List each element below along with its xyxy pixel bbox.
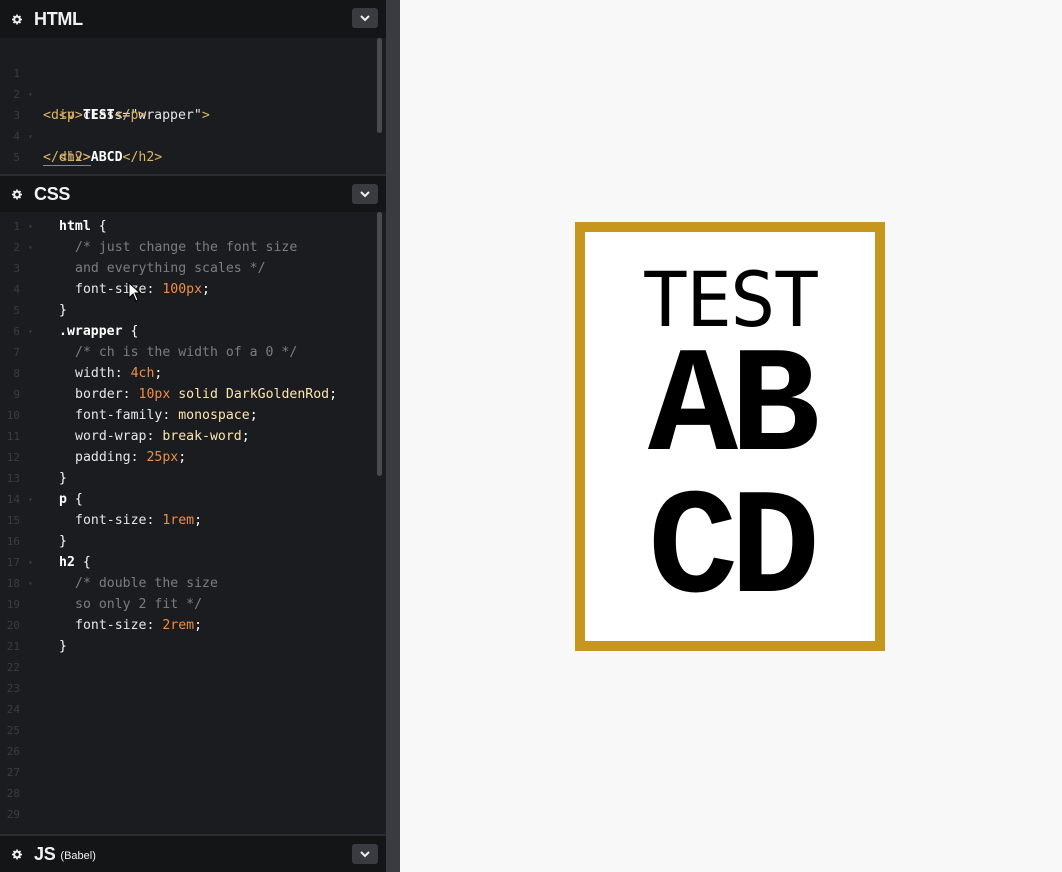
code-line: 19 so only 2 fit */ (6, 597, 203, 612)
code-line: 25 (6, 724, 20, 737)
css-scrollbar[interactable] (377, 212, 382, 476)
gear-icon[interactable] (12, 14, 22, 24)
css-panel-title: CSS (34, 183, 71, 204)
code-line: 18 ▾/* double the size (0, 573, 386, 594)
gear-icon[interactable] (12, 189, 22, 199)
chevron-down-icon (360, 190, 370, 197)
js-panel: JS (Babel) (0, 834, 386, 872)
fold-arrow-icon[interactable]: ▾ (28, 216, 33, 237)
code-line: 17 ▾ h2 { (0, 552, 386, 573)
code-line: 4 </div> (13, 130, 91, 166)
js-collapse-button[interactable] (352, 844, 378, 864)
js-panel-subtitle: (Babel) (60, 850, 96, 862)
code-line: 22 (6, 661, 20, 674)
code-line: 29 (6, 808, 20, 821)
code-line: 23 (6, 682, 20, 695)
html-panel-header: HTML (0, 0, 386, 38)
code-line: 10 font-family: monospace; (6, 408, 258, 423)
fold-arrow-icon[interactable]: ▾ (28, 237, 33, 258)
code-line: 20 font-size: 2rem; (6, 618, 203, 633)
fold-arrow-icon[interactable]: ▾ (28, 552, 33, 573)
code-line: 16} (6, 534, 67, 549)
resize-divider[interactable] (386, 0, 400, 872)
css-panel-header: CSS (0, 174, 386, 212)
code-line: 8 width: 4ch; (13, 366, 163, 381)
chevron-down-icon (360, 14, 370, 21)
code-line: 5} (13, 303, 67, 318)
code-line: 21} (6, 639, 67, 654)
code-line: 3 ▾ <h2>ABCD</h2> (13, 109, 163, 165)
code-line: 14 ▾ p { (0, 489, 386, 510)
html-scrollbar[interactable] (377, 38, 382, 133)
code-line: 2 <p>TEST</p> (13, 88, 147, 123)
fold-arrow-icon[interactable]: ▾ (28, 489, 33, 510)
code-line: 2 ▾/* just change the font size (0, 237, 386, 258)
code-line: 12 padding: 25px; (6, 450, 187, 465)
code-line: 4 font-size: 100px; (13, 282, 210, 297)
code-line: 3 and everything scales */ (13, 261, 266, 276)
chevron-down-icon (360, 850, 370, 857)
css-collapse-button[interactable] (352, 184, 378, 204)
code-line: 6 ▾ .wrapper { (0, 321, 386, 342)
html-code-editor[interactable]: 1 ▾ <div class="wrapper"> 2 <p>TEST</p> … (0, 38, 386, 166)
code-line: 1 ▾ html { (0, 216, 386, 237)
fold-arrow-icon[interactable]: ▾ (28, 573, 33, 594)
code-line: 15 font-size: 1rem; (6, 513, 203, 528)
code-line: 9 border: 10px solid DarkGoldenRod; (13, 387, 338, 402)
code-line: 28 (6, 787, 20, 800)
html-panel-title: HTML (34, 8, 83, 29)
preview-wrapper-box: TEST AB CD (575, 222, 885, 651)
code-line: 24 (6, 703, 20, 716)
css-panel: CSS 1 ▾ html { 2 ▾/* just change the font s… (0, 174, 386, 834)
code-line: 13} (6, 471, 67, 486)
code-line: 7/* ch is the width of a 0 */ (13, 345, 298, 360)
gear-icon[interactable] (12, 849, 22, 859)
code-line: 26 (6, 745, 20, 758)
code-line: 11 word-wrap: break-word; (6, 429, 250, 444)
code-line: 27 (6, 766, 20, 779)
preview-heading-line-1: AB (647, 325, 820, 495)
preview-heading-line-2: CD (647, 467, 820, 637)
code-line: 1 ▾ <div class="wrapper"> (13, 67, 210, 123)
html-panel: HTML 1 ▾ <div class="wrapper"> 2 <p>TEST… (0, 0, 386, 174)
js-panel-header: JS (Babel) (0, 834, 386, 872)
editor-column: HTML 1 ▾ <div class="wrapper"> 2 <p>TEST… (0, 0, 386, 872)
mouse-cursor-icon (128, 282, 142, 302)
fold-arrow-icon[interactable]: ▾ (28, 321, 33, 342)
js-panel-title: JS (34, 843, 56, 864)
css-code-editor[interactable]: 1 ▾ html { 2 ▾/* just change the font size … (0, 212, 386, 825)
code-line: 5 (13, 151, 20, 164)
html-collapse-button[interactable] (352, 8, 378, 28)
